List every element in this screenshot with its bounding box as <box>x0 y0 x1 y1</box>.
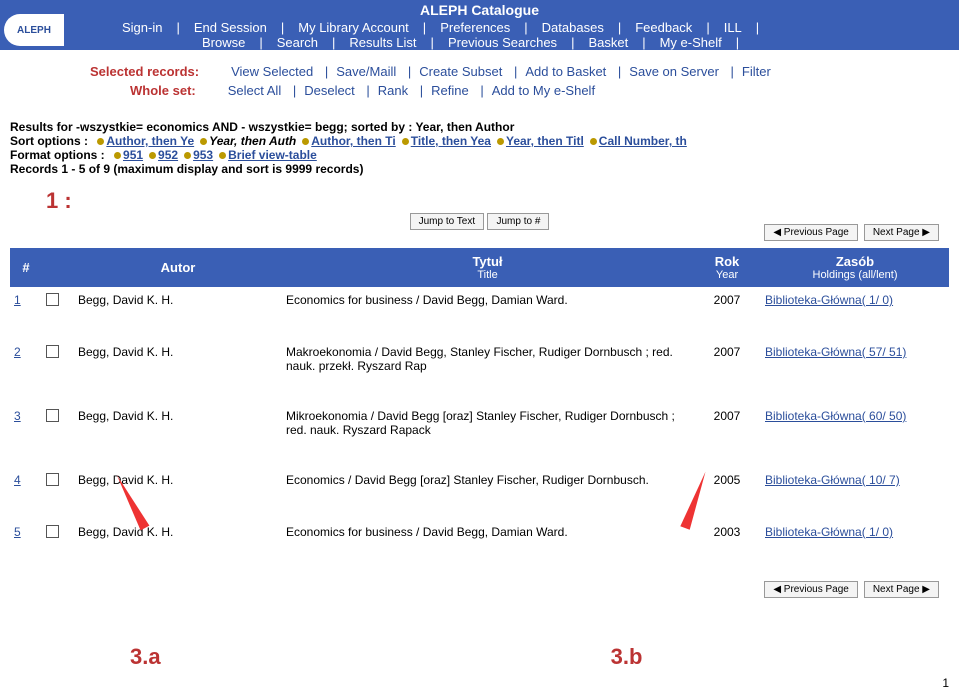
menu-results-list[interactable]: Results List <box>335 35 430 50</box>
jump-to-text-button[interactable]: Jump to Text <box>410 213 485 230</box>
row-year: 2007 <box>693 287 761 317</box>
col-num: # <box>10 248 42 287</box>
menu-previous-searches[interactable]: Previous Searches <box>434 35 571 50</box>
row-title: Mikroekonomia / David Begg [oraz] Stanle… <box>282 403 693 445</box>
row-year: 2007 <box>693 339 761 381</box>
col-author: Autor <box>74 248 282 287</box>
row-number-link[interactable]: 3 <box>14 409 21 423</box>
records-count: Records 1 - 5 of 9 (maximum display and … <box>10 162 949 176</box>
annotation-3b: 3.b <box>611 644 643 670</box>
row-number-link[interactable]: 4 <box>14 473 21 487</box>
jump-to-number-button[interactable]: Jump to # <box>487 213 549 230</box>
row-holdings-link[interactable]: Biblioteka-Główna( 1/ 0) <box>765 293 893 307</box>
action-filter[interactable]: Filter <box>734 64 779 79</box>
results-table: # Autor Tytuł Title Rok Year Zasób Holdi… <box>10 248 949 571</box>
action-save-maill[interactable]: Save/Maill <box>328 64 404 79</box>
annotation-3a: 3.a <box>130 644 161 670</box>
prev-page-button[interactable]: ◀ Previous Page <box>764 224 858 241</box>
sort-option[interactable]: Author, then Ye <box>106 134 194 148</box>
row-checkbox[interactable] <box>46 345 59 358</box>
sort-option[interactable]: Author, then Ti <box>311 134 395 148</box>
row-title: Economics for business / David Begg, Dam… <box>282 287 693 317</box>
selected-records-label: Selected records: <box>90 64 199 79</box>
menu-end-session[interactable]: End Session <box>180 20 281 35</box>
whole-set-label: Whole set: <box>130 83 196 98</box>
row-author: Begg, David K. H. <box>74 467 282 497</box>
menu-preferences[interactable]: Preferences <box>426 20 524 35</box>
row-author: Begg, David K. H. <box>74 287 282 317</box>
action-select-all[interactable]: Select All <box>220 83 289 98</box>
menu-my-e-shelf[interactable]: My e-Shelf <box>646 35 736 50</box>
table-row: 4 Begg, David K. H.Economics / David Begg… <box>10 467 949 497</box>
row-checkbox[interactable] <box>46 409 59 422</box>
format-option[interactable]: 952 <box>158 148 178 162</box>
sort-options-label: Sort options : <box>10 134 88 148</box>
row-year: 2007 <box>693 403 761 445</box>
col-year: Rok Year <box>693 248 761 287</box>
action-view-selected[interactable]: View Selected <box>223 64 321 79</box>
action-rank[interactable]: Rank <box>370 83 416 98</box>
sort-option[interactable]: Call Number, th <box>599 134 687 148</box>
logo: ALEPH <box>4 14 64 46</box>
col-holdings: Zasób Holdings (all/lent) <box>761 248 949 287</box>
table-row: 2 Begg, David K. H.Makroekonomia / David … <box>10 339 949 381</box>
action-add-to-my-e-shelf[interactable]: Add to My e-Shelf <box>484 83 603 98</box>
row-holdings-link[interactable]: Biblioteka-Główna( 60/ 50) <box>765 409 906 423</box>
page-index: 1 : <box>46 188 949 214</box>
row-checkbox[interactable] <box>46 525 59 538</box>
sort-option: Year, then Auth <box>209 134 296 148</box>
row-title: Economics / David Begg [oraz] Stanley Fi… <box>282 467 693 497</box>
query-summary: Results for -wszystkie= economics AND - … <box>10 120 949 134</box>
menu-browse[interactable]: Browse <box>188 35 259 50</box>
table-row: 1 Begg, David K. H.Economics for business… <box>10 287 949 317</box>
format-options-label: Format options : <box>10 148 105 162</box>
row-holdings-link[interactable]: Biblioteka-Główna( 10/ 7) <box>765 473 900 487</box>
menu-feedback[interactable]: Feedback <box>621 20 706 35</box>
page-number: 1 <box>0 670 959 696</box>
prev-page-button-bottom[interactable]: ◀ Previous Page <box>764 581 858 598</box>
menu-sign-in[interactable]: Sign-in <box>108 20 176 35</box>
next-page-button[interactable]: Next Page ▶ <box>864 224 939 241</box>
menu-databases[interactable]: Databases <box>528 20 618 35</box>
sort-option[interactable]: Title, then Yea <box>411 134 491 148</box>
row-author: Begg, David K. H. <box>74 519 282 549</box>
action-create-subset[interactable]: Create Subset <box>411 64 510 79</box>
row-year: 2003 <box>693 519 761 549</box>
action-deselect[interactable]: Deselect <box>296 83 363 98</box>
action-save-on-server[interactable]: Save on Server <box>621 64 727 79</box>
format-option[interactable]: 951 <box>123 148 143 162</box>
menu-ill[interactable]: ILL <box>710 20 756 35</box>
col-title: Tytuł Title <box>282 248 693 287</box>
menu-basket[interactable]: Basket <box>574 35 642 50</box>
format-option[interactable]: Brief view-table <box>228 148 317 162</box>
row-holdings-link[interactable]: Biblioteka-Główna( 57/ 51) <box>765 345 906 359</box>
table-row: 5 Begg, David K. H.Economics for business… <box>10 519 949 549</box>
format-option[interactable]: 953 <box>193 148 213 162</box>
row-number-link[interactable]: 1 <box>14 293 21 307</box>
action-add-to-basket[interactable]: Add to Basket <box>517 64 614 79</box>
sort-option[interactable]: Year, then Titl <box>506 134 584 148</box>
row-title: Makroekonomia / David Begg, Stanley Fisc… <box>282 339 693 381</box>
app-title: ALEPH Catalogue <box>0 0 959 20</box>
row-author: Begg, David K. H. <box>74 339 282 381</box>
row-title: Economics for business / David Begg, Dam… <box>282 519 693 549</box>
menu-search[interactable]: Search <box>263 35 332 50</box>
col-check <box>42 248 74 287</box>
row-checkbox[interactable] <box>46 473 59 486</box>
row-number-link[interactable]: 5 <box>14 525 21 539</box>
next-page-button-bottom[interactable]: Next Page ▶ <box>864 581 939 598</box>
row-holdings-link[interactable]: Biblioteka-Główna( 1/ 0) <box>765 525 893 539</box>
row-checkbox[interactable] <box>46 293 59 306</box>
row-number-link[interactable]: 2 <box>14 345 21 359</box>
table-row: 3 Begg, David K. H.Mikroekonomia / David … <box>10 403 949 445</box>
row-author: Begg, David K. H. <box>74 403 282 445</box>
menu-my-library-account[interactable]: My Library Account <box>284 20 423 35</box>
action-refine[interactable]: Refine <box>423 83 477 98</box>
